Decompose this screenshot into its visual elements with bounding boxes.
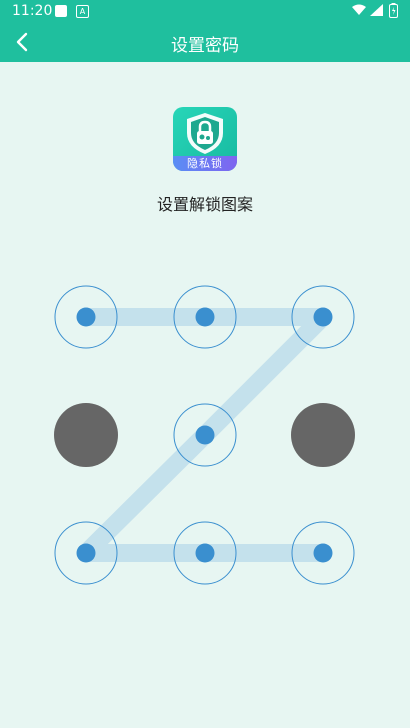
pattern-dot-8: [195, 543, 215, 563]
pattern-dot-9: [313, 543, 333, 563]
pattern-dot-7: [76, 543, 96, 563]
pattern-lock-grid[interactable]: [0, 0, 410, 728]
pattern-dot-1: [76, 307, 96, 327]
pattern-dot-6[interactable]: [291, 403, 355, 467]
pattern-dot-2: [195, 307, 215, 327]
pattern-dot-4[interactable]: [54, 403, 118, 467]
pattern-dot-3: [313, 307, 333, 327]
pattern-dot-5: [195, 425, 215, 445]
